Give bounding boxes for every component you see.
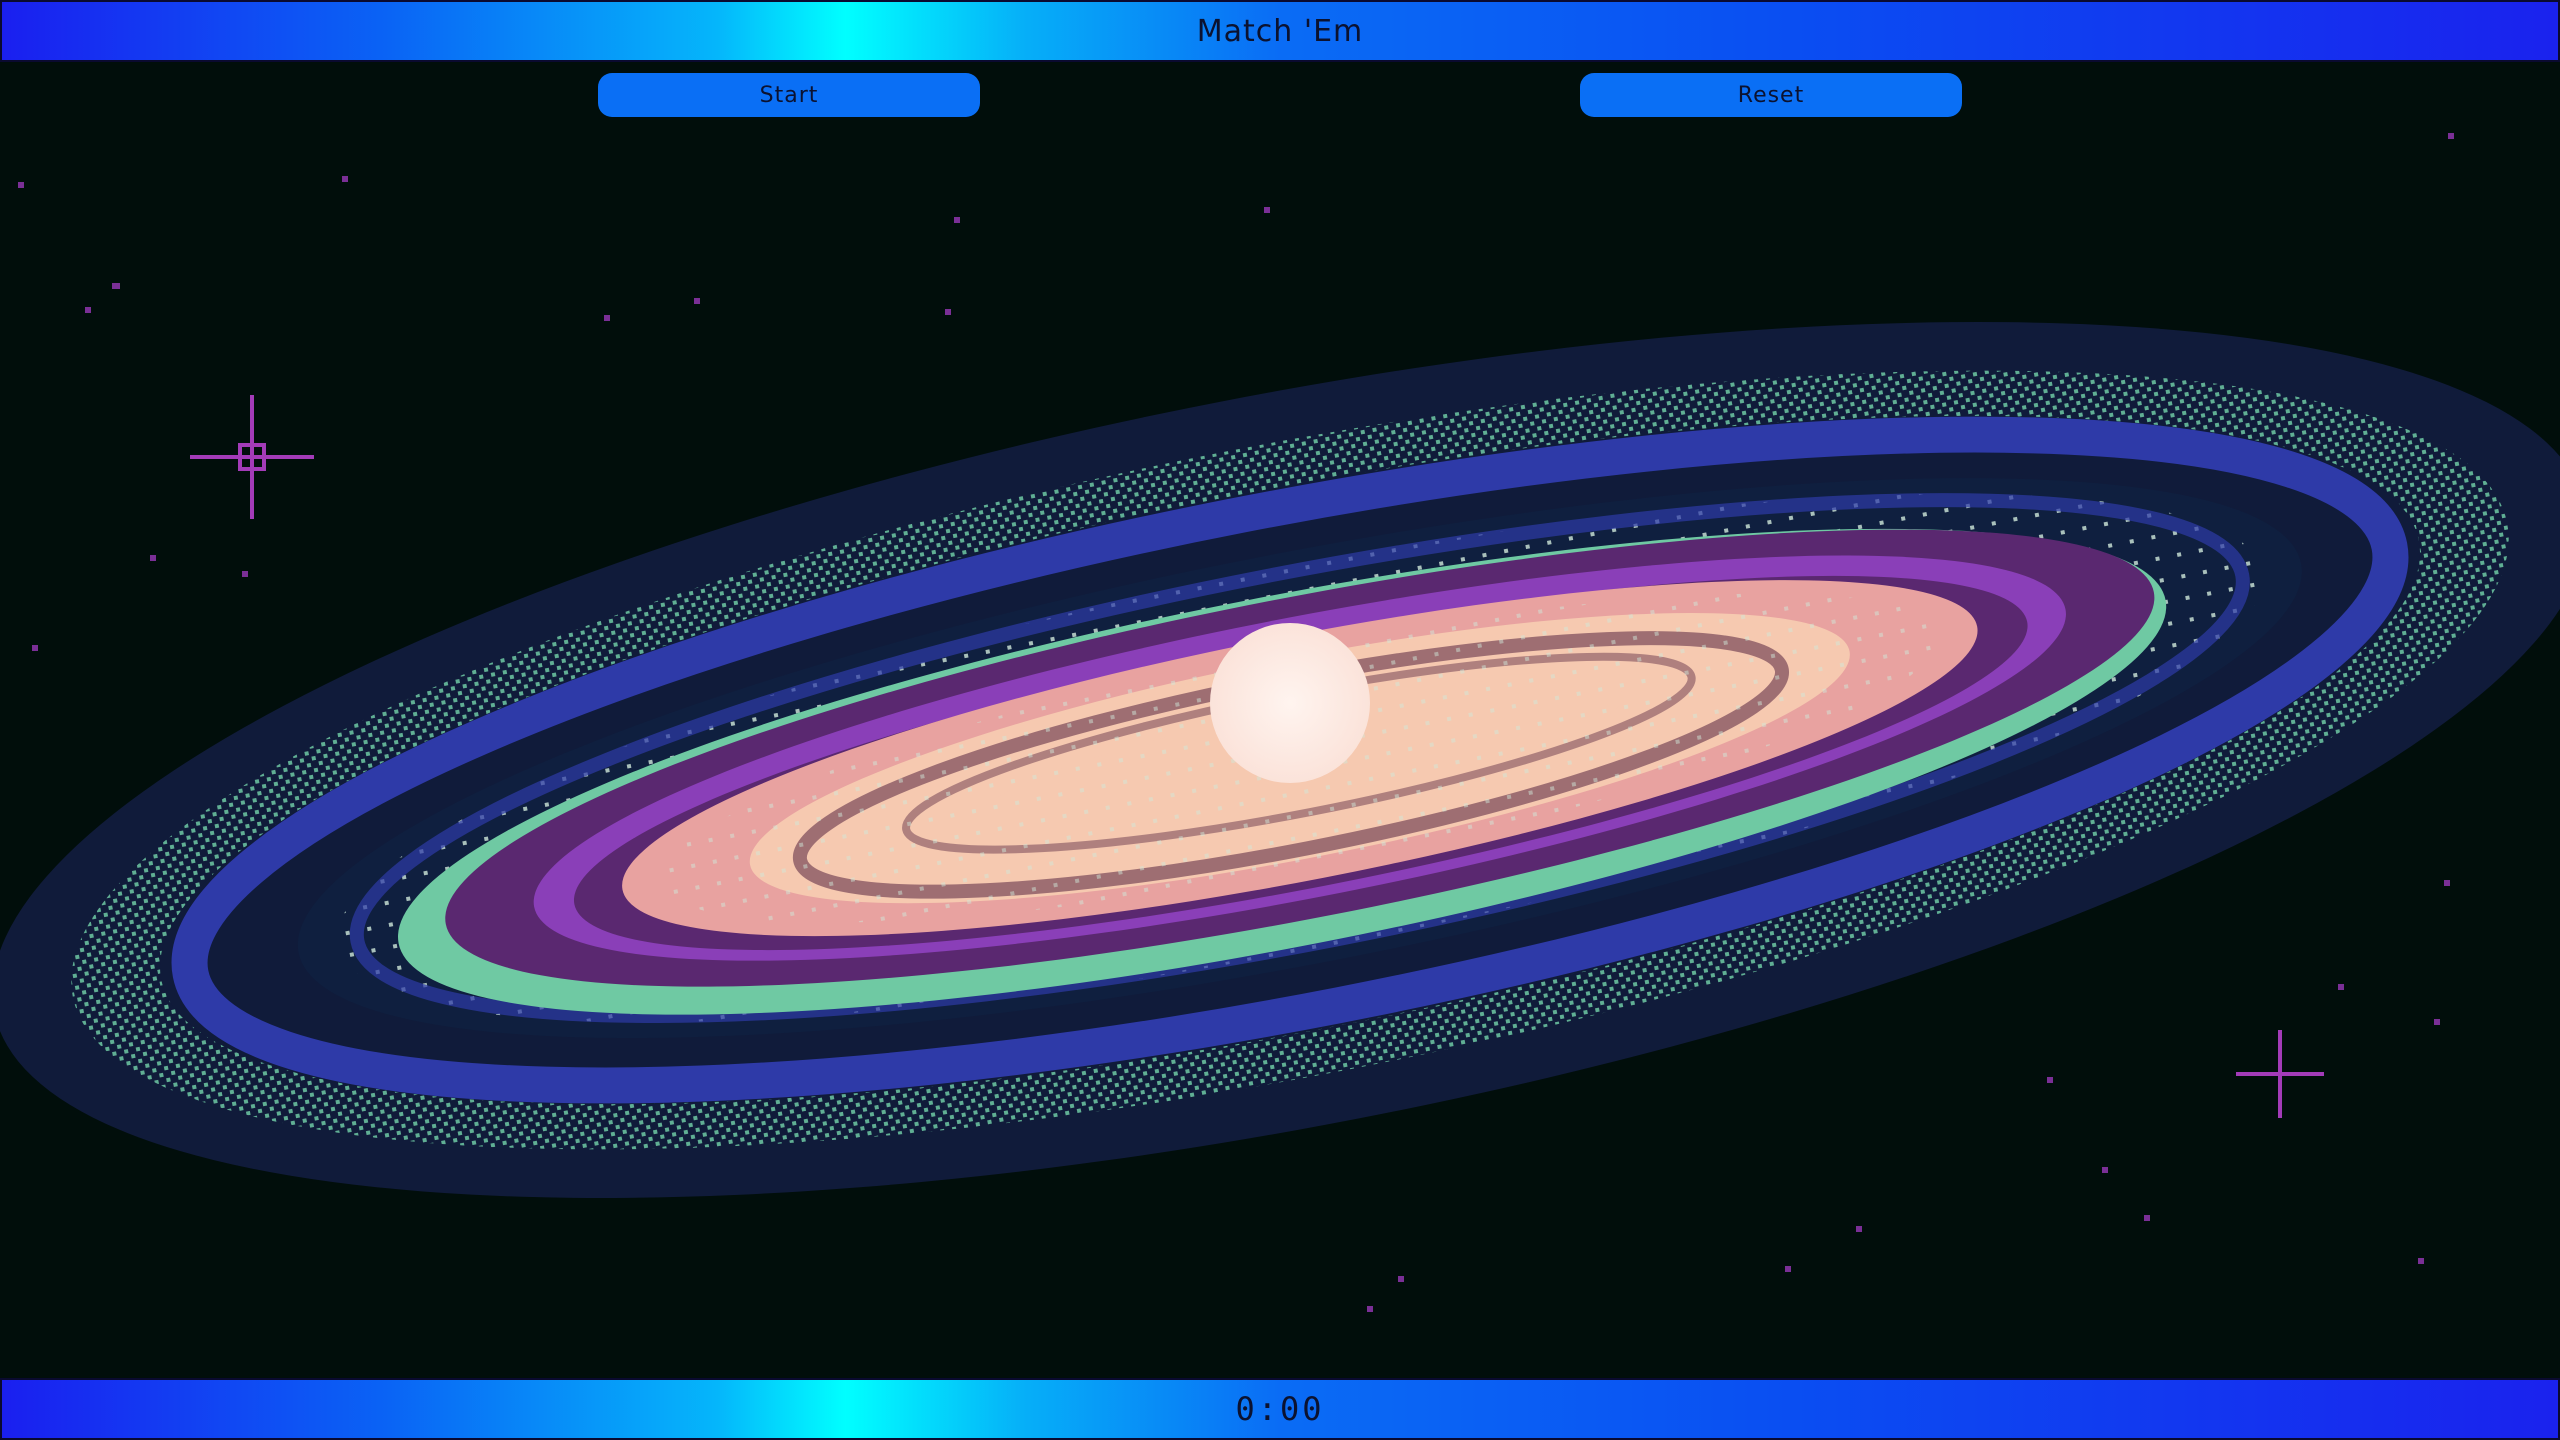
title-bar: Match 'Em [0,0,2560,62]
galaxy-core [1210,623,1370,783]
timer-display: 0:00 [1235,1390,1325,1428]
game-window: Match 'Em Start Reset 0:00 [0,0,2560,1440]
galaxy-background [0,133,2560,1312]
reset-button[interactable]: Reset [1580,73,1962,117]
start-button[interactable]: Start [598,73,980,117]
status-bar: 0:00 [0,1378,2560,1440]
sparkle-star-icon [190,395,314,519]
sparkle-star-icon [2236,1030,2324,1118]
game-title: Match 'Em [1196,13,1364,49]
